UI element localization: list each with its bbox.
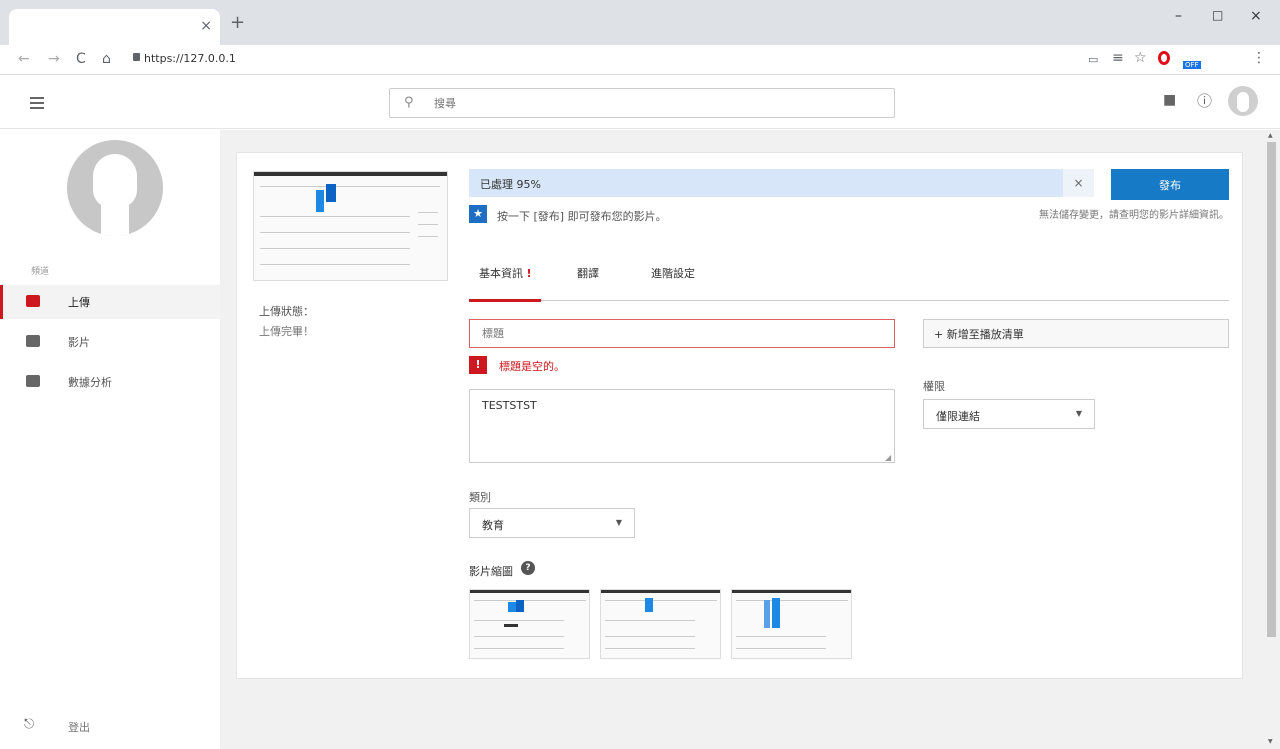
active-tab-indicator	[469, 299, 541, 302]
back-icon[interactable]: ←	[18, 51, 30, 67]
lock-icon	[133, 53, 140, 61]
browser-toolbar: ← → C ⌂ https://127.0.0.1 ▭ ≡ ☆ OFF ⋮	[0, 45, 1280, 75]
opera-icon[interactable]	[1158, 51, 1170, 65]
logout-icon: ⎋	[24, 717, 35, 732]
thumbnail-option[interactable]	[731, 589, 852, 659]
account-avatar[interactable]	[1228, 86, 1258, 116]
title-input[interactable]	[469, 319, 895, 348]
browser-tab[interactable]: ×	[9, 9, 220, 45]
publish-hint: 按一下 [發布] 即可發布您的影片。	[497, 210, 667, 223]
minimize-icon[interactable]: –	[1175, 8, 1182, 24]
description-textarea[interactable]: TESTSTST	[469, 389, 895, 463]
create-video-icon[interactable]: ■	[1163, 92, 1176, 108]
forward-icon[interactable]: →	[48, 51, 60, 67]
bookmark-star-icon[interactable]: ☆	[1134, 50, 1147, 66]
search-icon[interactable]: ⚲	[404, 95, 414, 110]
address-bar[interactable]: https://127.0.0.1	[144, 52, 236, 65]
analytics-icon	[26, 375, 40, 387]
browser-menu-icon[interactable]: ⋮	[1252, 50, 1266, 66]
browser-tabstrip: × + – □ ×	[0, 0, 1280, 45]
sidebar-item-videos[interactable]: 影片	[0, 325, 220, 359]
category-select[interactable]: 教育 ▼	[469, 508, 635, 538]
scroll-down-icon[interactable]: ▼	[1268, 738, 1273, 745]
upload-icon	[26, 295, 40, 307]
sidebar-item-label: 上傳	[68, 296, 90, 309]
upload-status-label: 上傳狀態：	[259, 305, 314, 318]
thumbnail-option[interactable]	[469, 589, 590, 659]
logout-item[interactable]: ⎋ 登出	[0, 710, 220, 744]
processing-progress-bar: 已處理 95%	[469, 169, 1094, 197]
video-icon	[26, 335, 40, 347]
scrollbar-thumb[interactable]	[1267, 142, 1276, 637]
scroll-up-icon[interactable]: ▲	[1268, 132, 1273, 139]
resize-handle-icon[interactable]: ◢	[885, 453, 891, 462]
home-icon[interactable]: ⌂	[102, 51, 111, 67]
upload-status-value: 上傳完畢！	[259, 325, 314, 338]
search-input[interactable]	[434, 94, 874, 112]
hamburger-menu-icon[interactable]	[30, 97, 44, 109]
channel-avatar	[67, 140, 163, 236]
thumbnails-label: 影片縮圖	[469, 565, 513, 578]
new-tab-icon[interactable]: +	[230, 14, 245, 32]
app-header: ⚲ ■ ⓘ	[0, 75, 1280, 129]
permission-select[interactable]: 僅限連結 ▼	[923, 399, 1095, 429]
progress-text: 已處理 95%	[480, 178, 541, 191]
tab-close-icon[interactable]: ×	[200, 18, 212, 34]
search-box[interactable]: ⚲	[389, 88, 895, 118]
tab-translation[interactable]: 翻譯	[577, 265, 599, 281]
permission-label: 權限	[923, 380, 945, 393]
reader-icon[interactable]: ≡	[1112, 50, 1124, 66]
publish-button[interactable]: 發布	[1111, 169, 1229, 200]
cancel-upload-icon[interactable]: ×	[1063, 169, 1094, 197]
thumbnail-option[interactable]	[600, 589, 721, 659]
tab-advanced-settings[interactable]: 進階設定	[651, 265, 695, 281]
sidebar-item-label: 影片	[68, 336, 90, 349]
save-error-note: 無法儲存變更，請查明您的影片詳細資訊。	[1039, 210, 1229, 221]
help-icon[interactable]: ⓘ	[1197, 90, 1212, 111]
sidebar-item-upload[interactable]: 上傳	[0, 285, 220, 319]
category-value: 教育	[482, 519, 504, 532]
adblock-badge: OFF	[1183, 61, 1201, 69]
permission-value: 僅限連結	[936, 410, 980, 423]
sidebar-item-analytics[interactable]: 數據分析	[0, 365, 220, 399]
details-tabs: 基本資訊 ! 翻譯 進階設定	[469, 253, 1229, 302]
cast-icon[interactable]: ▭	[1088, 53, 1098, 66]
tab-basic-info[interactable]: 基本資訊 !	[479, 265, 532, 281]
sidebar-section-label: 頻道	[31, 267, 50, 277]
maximize-icon[interactable]: □	[1212, 8, 1223, 22]
category-label: 類別	[469, 491, 491, 504]
error-icon: !	[469, 356, 487, 374]
sidebar-item-label: 數據分析	[68, 376, 112, 389]
reload-icon[interactable]: C	[76, 51, 86, 67]
page-scrollbar[interactable]: ▲ ▼	[1265, 130, 1280, 749]
sidebar: 頻道 上傳 影片 數據分析 ⎋ 登出	[0, 130, 220, 749]
adblock-icon[interactable]: OFF	[1181, 49, 1201, 69]
upload-card: 上傳狀態： 上傳完畢！ 已處理 95% × 發布 ★ 按一下 [發布] 即可發布…	[236, 152, 1243, 679]
window-close-icon[interactable]: ×	[1250, 8, 1262, 24]
help-icon[interactable]: ?	[521, 561, 535, 575]
add-to-playlist-button[interactable]: + 新增至播放清單	[923, 319, 1229, 348]
chevron-down-icon: ▼	[1075, 409, 1082, 418]
main-content: 上傳狀態： 上傳完畢！ 已處理 95% × 發布 ★ 按一下 [發布] 即可發布…	[220, 130, 1265, 749]
chevron-down-icon: ▼	[615, 518, 622, 527]
title-error-message: 標題是空的。	[499, 360, 565, 373]
logout-label: 登出	[68, 721, 90, 734]
star-icon: ★	[469, 205, 487, 223]
tab-warning-icon: !	[526, 267, 532, 280]
video-preview-thumbnail	[253, 171, 448, 281]
